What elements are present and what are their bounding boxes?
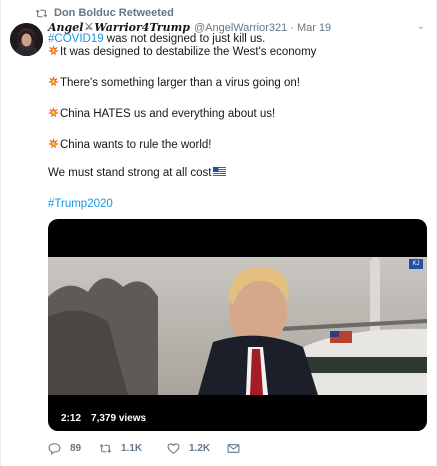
reply-button[interactable]: 89 xyxy=(48,442,99,455)
tweet-actions: 89 1.1K 1.2K xyxy=(48,440,348,456)
separator-dot: · xyxy=(290,21,294,34)
tweet-line-3: There's something larger than a virus go… xyxy=(48,76,300,90)
retweet-button[interactable]: 1.1K xyxy=(99,442,167,455)
tweet-line-4: China HATES us and everything about us! xyxy=(48,107,275,121)
hashtag-trump2020[interactable]: #Trump2020 xyxy=(48,198,113,210)
hashtag-covid19[interactable]: #COVID19 xyxy=(48,33,104,45)
retweet-context: Don Bolduc Retweeted xyxy=(35,5,174,21)
avatar[interactable] xyxy=(10,23,43,56)
collision-emoji-icon xyxy=(48,107,59,118)
tweet-line-7: #Trump2020 xyxy=(48,197,113,211)
envelope-icon xyxy=(227,443,240,453)
chevron-down-icon[interactable]: ⌄ xyxy=(416,22,426,32)
network-logo-icon: KJ xyxy=(409,259,423,269)
share-button[interactable] xyxy=(227,442,249,455)
video-player[interactable]: KJ 2:12 7,379 views xyxy=(48,219,427,431)
tweet-timestamp[interactable]: Mar 19 xyxy=(297,22,331,34)
like-count: 1.2K xyxy=(189,442,211,454)
tweet-card[interactable]: Don Bolduc Retweeted Angel ⚔ Warrior4Trump… xyxy=(0,0,437,466)
tweet-content: Angel ⚔ Warrior4Trump @AngelWarrior321 · M… xyxy=(48,20,428,210)
collision-emoji-icon xyxy=(48,45,59,56)
retweet-context-text[interactable]: Don Bolduc Retweeted xyxy=(54,7,174,19)
reply-count: 89 xyxy=(70,442,82,454)
video-views: 7,379 views xyxy=(91,412,147,424)
tweet-line-5: China wants to rule the world! xyxy=(48,138,212,152)
us-flag-emoji-icon xyxy=(213,167,227,176)
tweet-line-6: We must stand strong at all cost xyxy=(48,166,227,180)
tweet-line-2: It was designed to destabilize the West'… xyxy=(48,45,316,59)
collision-emoji-icon xyxy=(48,138,59,149)
video-frame xyxy=(48,257,427,395)
collision-emoji-icon xyxy=(48,76,59,87)
retweet-icon xyxy=(35,8,48,19)
tweet-line-1: #COVID19 was not designed to just kill u… xyxy=(48,33,266,45)
video-info: 2:12 7,379 views xyxy=(57,411,146,425)
retweet-count: 1.1K xyxy=(121,442,143,454)
heart-icon xyxy=(167,442,180,454)
video-duration: 2:12 xyxy=(57,411,86,425)
reply-icon xyxy=(48,442,61,455)
like-button[interactable]: 1.2K xyxy=(167,442,227,455)
retweet-icon xyxy=(99,443,112,453)
